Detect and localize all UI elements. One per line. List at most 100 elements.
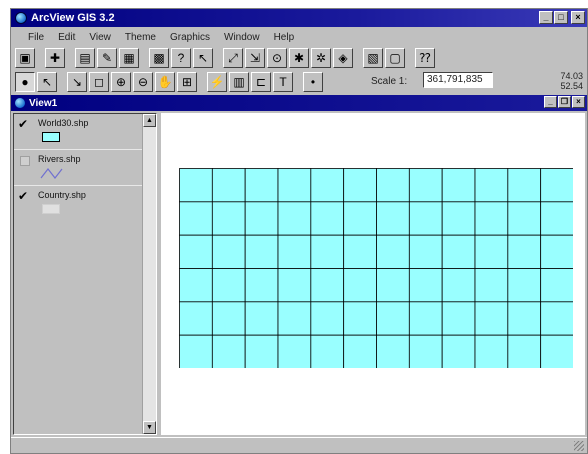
resize-grip-icon[interactable]	[574, 441, 584, 451]
grid-cell-polygon[interactable]	[507, 334, 542, 368]
layer-visibility-checkbox[interactable]: ✔	[18, 118, 32, 130]
grid-cell-polygon[interactable]	[376, 168, 410, 203]
grid-cell-polygon[interactable]	[408, 334, 443, 368]
grid-cell-polygon[interactable]	[310, 201, 345, 236]
pointer-icon[interactable]: ↖	[37, 72, 57, 92]
grid-cell-polygon[interactable]	[540, 334, 573, 368]
grid-cell-polygon[interactable]	[179, 234, 213, 269]
save-icon[interactable]: ▣	[15, 48, 35, 68]
grid-cell-polygon[interactable]	[507, 234, 542, 269]
grid-cell-polygon[interactable]	[343, 334, 377, 368]
grid-cell-polygon[interactable]	[244, 301, 279, 336]
grid-cell-polygon[interactable]	[376, 201, 410, 236]
menu-view[interactable]: View	[82, 32, 118, 43]
grid-cell-polygon[interactable]	[540, 268, 573, 303]
grid-cell-polygon[interactable]	[277, 334, 312, 368]
zoom-out-fixed-icon[interactable]: ✲	[311, 48, 331, 68]
menu-theme[interactable]: Theme	[118, 32, 163, 43]
grid-cell-polygon[interactable]	[310, 168, 345, 203]
grid-cell-polygon[interactable]	[244, 234, 279, 269]
grid-cell-polygon[interactable]	[343, 201, 377, 236]
grid-cell-polygon[interactable]	[211, 334, 246, 368]
grid-cell-polygon[interactable]	[376, 334, 410, 368]
grid-cell-polygon[interactable]	[244, 201, 279, 236]
grid-cell-polygon[interactable]	[310, 268, 345, 303]
draw-point-icon[interactable]: •	[303, 72, 323, 92]
edit-legend-icon[interactable]: ✎	[97, 48, 117, 68]
zoom-selected-icon[interactable]: ⊙	[267, 48, 287, 68]
grid-cell-polygon[interactable]	[343, 168, 377, 203]
view-close-button[interactable]: ×	[572, 96, 585, 108]
grid-cell-polygon[interactable]	[310, 334, 345, 368]
grid-cell-polygon[interactable]	[540, 201, 573, 236]
layer-entry[interactable]: Rivers.shp	[14, 150, 156, 186]
menu-help[interactable]: Help	[267, 32, 302, 43]
grid-cell-polygon[interactable]	[507, 301, 542, 336]
layer-entry[interactable]: ✔ Country.shp	[14, 186, 156, 222]
theme-properties-icon[interactable]: ▤	[75, 48, 95, 68]
grid-cell-polygon[interactable]	[179, 201, 213, 236]
vertex-edit-icon[interactable]: ↘	[67, 72, 87, 92]
grid-cell-polygon[interactable]	[507, 268, 542, 303]
grid-cell-polygon[interactable]	[211, 268, 246, 303]
query-builder-icon[interactable]: ?	[171, 48, 191, 68]
layer-entry[interactable]: ✔ World30.shp	[14, 114, 156, 150]
grid-cell-polygon[interactable]	[474, 301, 509, 336]
add-theme-icon[interactable]: ✚	[45, 48, 65, 68]
grid-cell-polygon[interactable]	[179, 168, 213, 203]
select-feature-icon[interactable]: ◻	[89, 72, 109, 92]
grid-cell-polygon[interactable]	[474, 234, 509, 269]
grid-cell-polygon[interactable]	[474, 334, 509, 368]
menu-graphics[interactable]: Graphics	[163, 32, 217, 43]
grid-cell-polygon[interactable]	[211, 234, 246, 269]
locate-address-icon[interactable]: ↖	[193, 48, 213, 68]
zoom-out-icon[interactable]: ⊖	[133, 72, 153, 92]
grid-cell-polygon[interactable]	[474, 168, 509, 203]
grid-cell-polygon[interactable]	[244, 168, 279, 203]
grid-cell-polygon[interactable]	[507, 168, 542, 203]
grid-cell-polygon[interactable]	[277, 168, 312, 203]
grid-cell-polygon[interactable]	[441, 201, 476, 236]
menu-window[interactable]: Window	[217, 32, 267, 43]
grid-cell-polygon[interactable]	[310, 234, 345, 269]
grid-cell-polygon[interactable]	[244, 268, 279, 303]
grid-cell-polygon[interactable]	[441, 168, 476, 203]
grid-cell-polygon[interactable]	[376, 268, 410, 303]
scale-input[interactable]: 361,791,835	[423, 72, 493, 88]
grid-cell-polygon[interactable]	[408, 234, 443, 269]
pan-icon[interactable]: ✋	[155, 72, 175, 92]
hotlink-icon[interactable]: ⚡	[207, 72, 227, 92]
grid-cell-polygon[interactable]	[277, 301, 312, 336]
grid-cell-polygon[interactable]	[540, 234, 573, 269]
menu-file[interactable]: File	[21, 32, 51, 43]
grid-cell-polygon[interactable]	[179, 334, 213, 368]
grid-cell-polygon[interactable]	[376, 301, 410, 336]
zoom-in-icon[interactable]: ⊕	[111, 72, 131, 92]
grid-cell-polygon[interactable]	[540, 301, 573, 336]
grid-cell-polygon[interactable]	[277, 201, 312, 236]
close-button[interactable]: ×	[571, 11, 585, 24]
grid-cell-polygon[interactable]	[408, 301, 443, 336]
grid-cell-polygon[interactable]	[474, 201, 509, 236]
toc-scrollbar[interactable]: ▲ ▼	[142, 114, 156, 434]
minimize-button[interactable]: _	[539, 11, 553, 24]
scroll-down-arrow-icon[interactable]: ▼	[143, 421, 156, 434]
area-of-interest-icon[interactable]: ▥	[229, 72, 249, 92]
grid-cell-polygon[interactable]	[507, 201, 542, 236]
grid-cell-polygon[interactable]	[277, 234, 312, 269]
grid-cell-polygon[interactable]	[179, 268, 213, 303]
grid-cell-polygon[interactable]	[211, 201, 246, 236]
label-icon[interactable]: ⊏	[251, 72, 271, 92]
scroll-up-arrow-icon[interactable]: ▲	[143, 114, 156, 127]
maximize-button[interactable]: □	[554, 11, 568, 24]
grid-cell-polygon[interactable]	[376, 234, 410, 269]
grid-cell-polygon[interactable]	[408, 201, 443, 236]
grid-cell-polygon[interactable]	[441, 234, 476, 269]
find-icon[interactable]: ▩	[149, 48, 169, 68]
grid-cell-polygon[interactable]	[179, 301, 213, 336]
grid-cell-polygon[interactable]	[277, 268, 312, 303]
zoom-active-themes-icon[interactable]: ⇲	[245, 48, 265, 68]
grid-cell-polygon[interactable]	[244, 334, 279, 368]
grid-cell-polygon[interactable]	[408, 168, 443, 203]
open-table-icon[interactable]: ▦	[119, 48, 139, 68]
